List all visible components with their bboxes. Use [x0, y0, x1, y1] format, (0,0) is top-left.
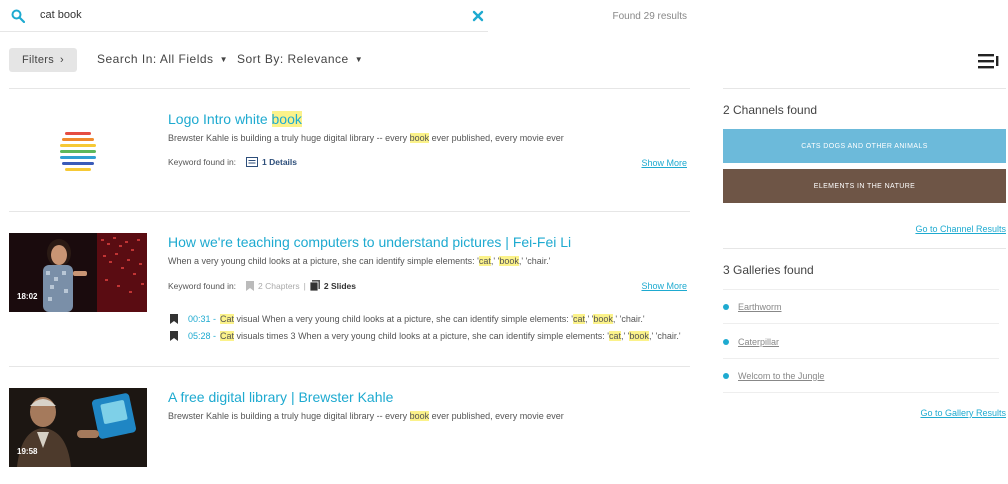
bullet-icon: [723, 303, 729, 310]
show-more-link[interactable]: Show More: [628, 158, 687, 168]
desc-highlight: book: [499, 256, 519, 266]
channel-label: CATS DOGS AND OTHER ANIMALS: [801, 142, 928, 150]
search-bar: cat book: [0, 0, 488, 32]
moment-time[interactable]: 05:28 -: [188, 331, 216, 341]
bullet-icon: [723, 372, 729, 379]
result-thumbnail[interactable]: [9, 112, 147, 191]
moment-time[interactable]: 00:31 -: [188, 314, 216, 324]
slides-link[interactable]: 2 Slides: [324, 281, 356, 291]
result-description: Brewster Kahle is building a truly huge …: [168, 133, 564, 143]
keyword-label: Keyword found in:: [168, 280, 237, 291]
bookmark-icon: [246, 280, 255, 291]
results-count: Found 29 results: [612, 11, 688, 22]
moment-highlight: Cat: [220, 314, 235, 324]
gallery-item-earthworm[interactable]: Earthworm: [723, 290, 999, 324]
gallery-label[interactable]: Earthworm: [738, 302, 782, 312]
gallery-item-caterpillar[interactable]: Caterpillar: [723, 325, 999, 359]
moment-highlight: cat: [608, 331, 621, 341]
moment-highlight: cat: [572, 314, 585, 324]
filters-label: Filters: [21, 54, 55, 66]
channel-results-link[interactable]: Go to Channel Results: [915, 224, 1006, 234]
bookmark-icon: [170, 331, 178, 341]
clear-search-icon[interactable]: [472, 10, 484, 22]
channel-button-elements[interactable]: ELEMENTS IN THE NATURE: [723, 169, 1006, 203]
details-icon: [246, 157, 259, 167]
desc-text: ,' 'chair.': [518, 256, 551, 266]
search-in-dropdown[interactable]: Search In: All Fields ▼: [97, 52, 228, 66]
moment-text: Cat visuals times 3 When a very young ch…: [220, 331, 681, 341]
moment-highlight: Cat: [220, 331, 235, 341]
moment-text-part: visual When a very young child looks at …: [234, 314, 573, 324]
gallery-label[interactable]: Caterpillar: [738, 337, 779, 347]
galleries-heading: 3 Galleries found: [723, 263, 814, 277]
result-thumbnail[interactable]: [9, 388, 147, 467]
title-highlight: book: [271, 111, 302, 127]
moment-highlight: book: [593, 314, 613, 324]
moment-text-part: ,' 'chair.': [612, 314, 645, 324]
desc-text: ever published, every movie ever: [429, 411, 564, 421]
result-title[interactable]: How we're teaching computers to understa…: [168, 234, 571, 250]
result-meta: Keyword found in: 2 Chapters | 2 Slides: [168, 280, 356, 291]
search-in-label: Search In: All Fields: [97, 52, 214, 66]
bullet-icon: [723, 338, 729, 345]
result-title[interactable]: A free digital library | Brewster Kahle: [168, 389, 393, 405]
panel-divider: [723, 88, 1006, 89]
sort-by-dropdown[interactable]: Sort By: Relevance ▼: [237, 52, 363, 66]
title-text: Logo Intro white: [168, 111, 272, 127]
chevron-down-icon: ▼: [354, 54, 364, 64]
bookmark-icon: [170, 314, 178, 324]
result-meta: Keyword found in: 1 Details: [168, 157, 297, 167]
desc-highlight: book: [409, 133, 430, 143]
result-title[interactable]: Logo Intro white book: [168, 111, 302, 127]
chevron-down-icon: ▼: [219, 54, 228, 64]
list-menu-icon[interactable]: [978, 53, 1000, 69]
moment-item[interactable]: 05:28 - Cat visuals times 3 When a very …: [170, 331, 681, 341]
panel-divider: [723, 248, 1006, 249]
result-description: Brewster Kahle is building a truly huge …: [168, 411, 564, 421]
desc-text: Brewster Kahle is building a truly huge …: [168, 133, 410, 143]
search-input[interactable]: cat book: [40, 9, 82, 21]
slides-icon: [309, 280, 320, 291]
desc-text: Brewster Kahle is building a truly huge …: [168, 411, 410, 421]
channels-heading: 2 Channels found: [723, 103, 818, 117]
channel-button-cats-dogs[interactable]: CATS DOGS AND OTHER ANIMALS: [723, 129, 1006, 163]
chevron-right-icon: ›: [60, 54, 64, 66]
keyword-label: Keyword found in:: [168, 157, 237, 167]
search-icon[interactable]: [11, 9, 25, 23]
desc-text: When a very young child looks at a pictu…: [168, 256, 479, 266]
moment-item[interactable]: 00:31 - Cat visual When a very young chi…: [170, 314, 645, 324]
desc-text: ever published, every movie ever: [429, 133, 564, 143]
moment-text-part: ,' 'chair.': [648, 331, 681, 341]
sort-by-label: Sort By: Relevance: [237, 52, 349, 66]
gallery-results-link[interactable]: Go to Gallery Results: [920, 408, 1006, 418]
filters-button[interactable]: Filters ›: [9, 48, 77, 72]
details-link[interactable]: 1 Details: [262, 157, 297, 167]
gallery-label[interactable]: Welcom to the Jungle: [738, 371, 824, 381]
gallery-item-welcome-jungle[interactable]: Welcom to the Jungle: [723, 359, 999, 393]
result-thumbnail[interactable]: [9, 233, 147, 312]
result-description: When a very young child looks at a pictu…: [168, 256, 551, 266]
desc-highlight: book: [409, 411, 430, 421]
desc-highlight: cat: [478, 256, 491, 266]
moment-text-part: visuals times 3 When a very young child …: [234, 331, 609, 341]
moment-text: Cat visual When a very young child looks…: [220, 314, 645, 324]
moment-highlight: book: [629, 331, 649, 341]
channel-label: ELEMENTS IN THE NATURE: [813, 182, 916, 190]
chapters-link[interactable]: 2 Chapters: [258, 281, 300, 291]
meta-divider: |: [303, 280, 306, 291]
show-more-link[interactable]: Show More: [628, 281, 687, 291]
